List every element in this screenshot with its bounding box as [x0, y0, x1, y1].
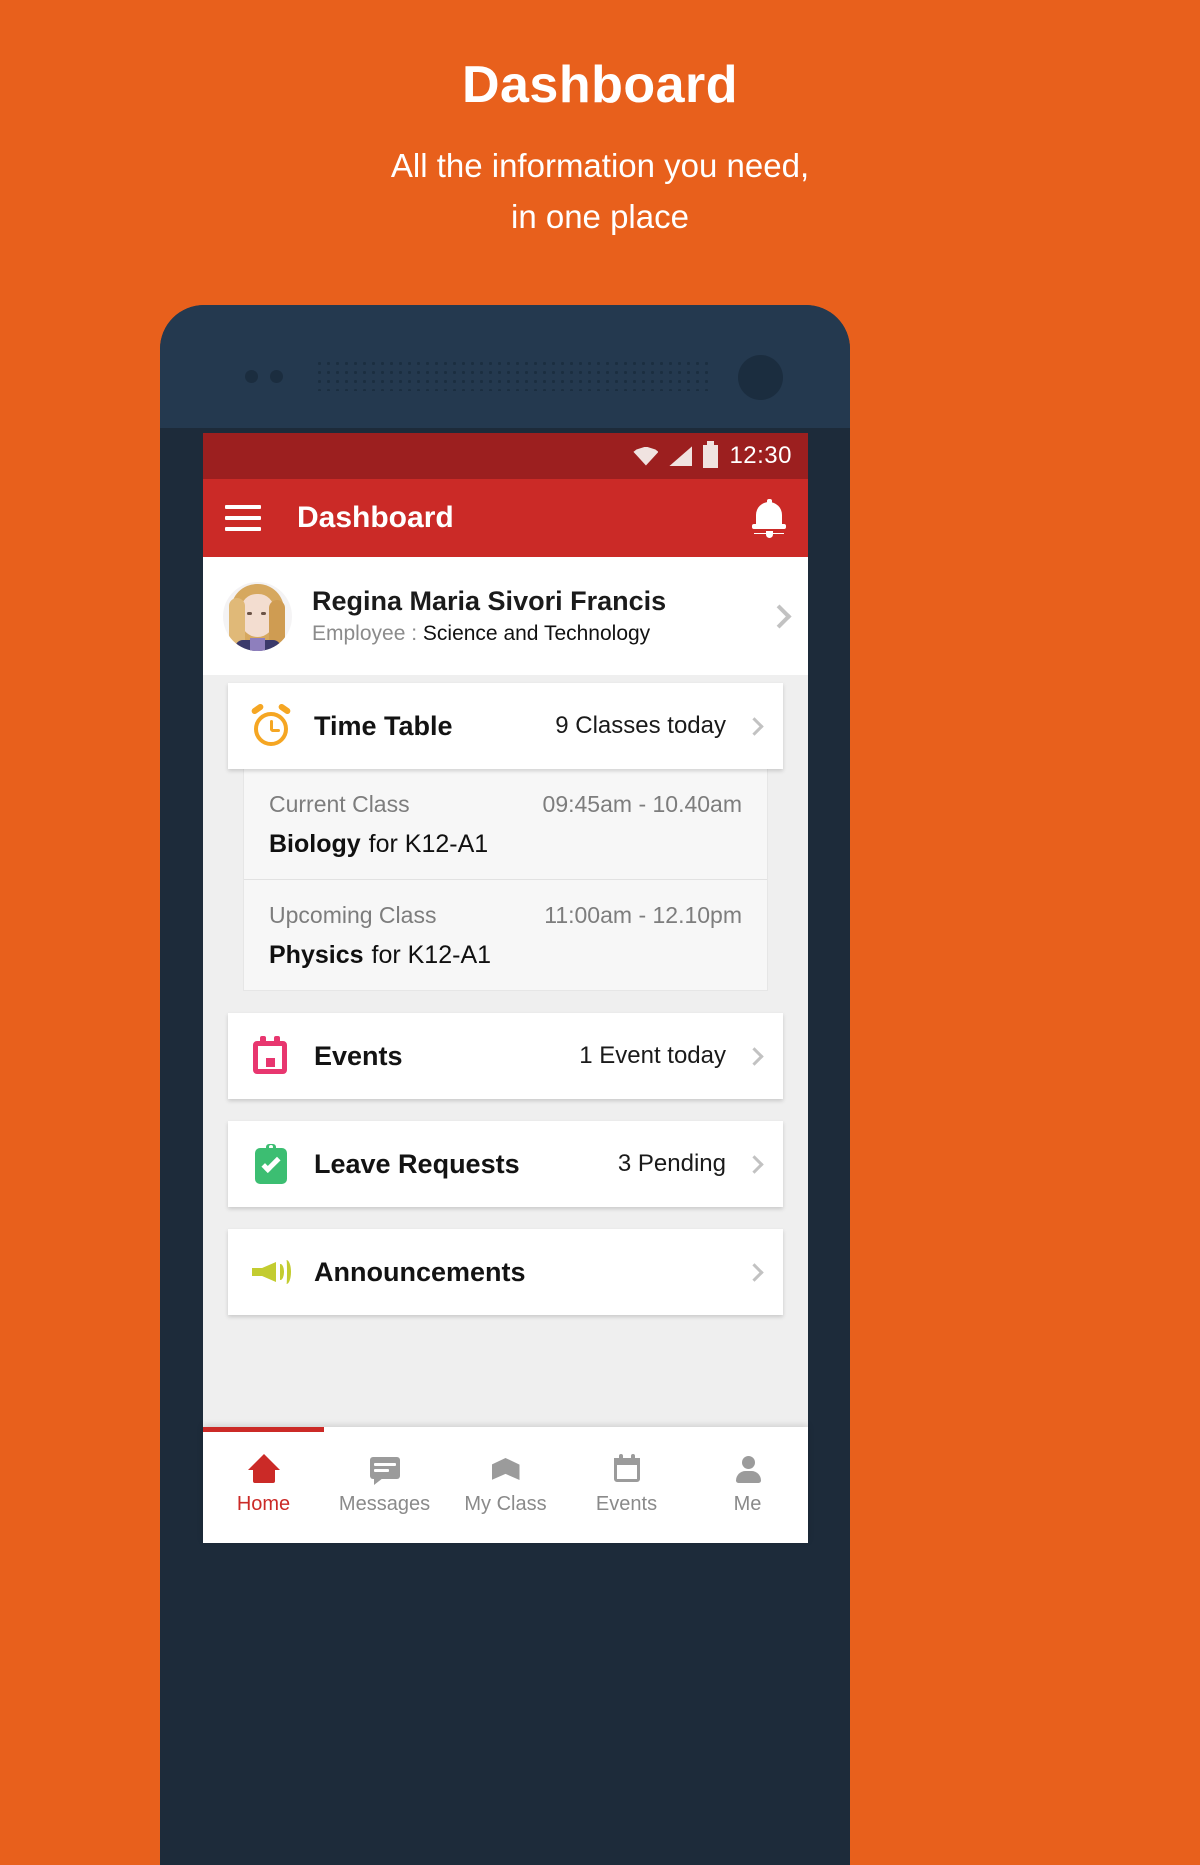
promo-subtitle-line-1: All the information you need, [0, 140, 1200, 191]
phone-screen: 12:30 Dashboard Regina Maria Sivori Fran… [203, 433, 808, 1543]
phone-mockup: 12:30 Dashboard Regina Maria Sivori Fran… [160, 305, 850, 1865]
message-icon [369, 1454, 401, 1484]
front-camera-icon [738, 355, 783, 400]
wifi-icon [633, 447, 658, 466]
chevron-right-icon [745, 717, 763, 735]
person-icon [732, 1454, 764, 1484]
promo-title: Dashboard [0, 55, 1200, 115]
card-leave-requests[interactable]: Leave Requests 3 Pending [228, 1121, 783, 1207]
signal-icon [669, 446, 692, 466]
hamburger-menu-icon[interactable] [225, 505, 261, 531]
phone-top-bezel [160, 305, 850, 428]
nav-label: Messages [339, 1493, 430, 1516]
card-meta: 3 Pending [618, 1150, 726, 1178]
class-time: 09:45am - 10.40am [543, 791, 742, 818]
card-title: Time Table [314, 711, 453, 742]
class-row-current[interactable]: Current Class 09:45am - 10.40am Biology f… [244, 769, 767, 879]
spacer [203, 1207, 808, 1229]
chevron-right-icon [745, 1263, 763, 1281]
chevron-right-icon [745, 1155, 763, 1173]
card-meta: 9 Classes today [555, 712, 726, 740]
card-events[interactable]: Events 1 Event today [228, 1013, 783, 1099]
nav-label: Me [734, 1493, 762, 1516]
class-subject: Biology [269, 830, 361, 858]
megaphone-icon [250, 1251, 292, 1293]
calendar-icon [611, 1454, 643, 1484]
class-label: Upcoming Class [269, 902, 436, 929]
nav-item-events[interactable]: Events [566, 1454, 687, 1516]
sensor-dot-icon [245, 370, 258, 383]
clipboard-check-icon [250, 1143, 292, 1185]
nav-label: Events [596, 1493, 657, 1516]
profile-role-label: Employee : [312, 622, 417, 645]
class-time: 11:00am - 12.10pm [544, 902, 742, 929]
card-meta: 1 Event today [579, 1042, 726, 1070]
card-title: Announcements [314, 1257, 526, 1288]
card-title: Events [314, 1041, 403, 1072]
spacer [203, 1099, 808, 1121]
class-label: Current Class [269, 791, 410, 818]
status-bar: 12:30 [203, 433, 808, 479]
status-bar-clock: 12:30 [729, 442, 792, 470]
nav-item-home[interactable]: Home [203, 1454, 324, 1516]
nav-label: My Class [464, 1493, 546, 1516]
alarm-clock-icon [250, 705, 292, 747]
earpiece-speaker-icon [315, 359, 710, 391]
chevron-right-icon [767, 604, 791, 628]
profile-role: Employee : Science and Technology [312, 622, 771, 646]
dashboard-body: Time Table 9 Classes today Current Class… [203, 675, 808, 1315]
avatar [223, 582, 292, 651]
card-title: Leave Requests [314, 1149, 520, 1180]
nav-item-my-class[interactable]: My Class [445, 1454, 566, 1516]
battery-icon [703, 445, 718, 468]
class-section: for K12-A1 [372, 941, 492, 969]
promo-subtitle: All the information you need, in one pla… [0, 140, 1200, 242]
profile-name: Regina Maria Sivori Francis [312, 586, 771, 617]
profile-text: Regina Maria Sivori Francis Employee : S… [312, 586, 771, 646]
class-section: for K12-A1 [369, 830, 489, 858]
profile-row[interactable]: Regina Maria Sivori Francis Employee : S… [203, 557, 808, 675]
card-time-table[interactable]: Time Table 9 Classes today [228, 683, 783, 769]
class-subject: Physics [269, 941, 364, 969]
bottom-navigation: Home Messages My Class Events Me [203, 1427, 808, 1543]
class-row-upcoming[interactable]: Upcoming Class 11:00am - 12.10pm Physics… [244, 879, 767, 990]
nav-item-messages[interactable]: Messages [324, 1454, 445, 1516]
page-title: Dashboard [297, 501, 752, 535]
app-bar: Dashboard [203, 479, 808, 557]
sensor-dot-icon [270, 370, 283, 383]
active-tab-indicator [203, 1427, 324, 1432]
calendar-icon [250, 1035, 292, 1077]
nav-label: Home [237, 1493, 290, 1516]
spacer [203, 991, 808, 1013]
nav-item-me[interactable]: Me [687, 1454, 808, 1516]
promo-subtitle-line-2: in one place [0, 191, 1200, 242]
class-list: Current Class 09:45am - 10.40am Biology f… [243, 769, 768, 991]
bell-icon[interactable] [752, 499, 786, 537]
home-icon [248, 1454, 280, 1484]
profile-role-value: Science and Technology [423, 622, 650, 645]
card-announcements[interactable]: Announcements [228, 1229, 783, 1315]
book-icon [490, 1454, 522, 1484]
chevron-right-icon [745, 1047, 763, 1065]
